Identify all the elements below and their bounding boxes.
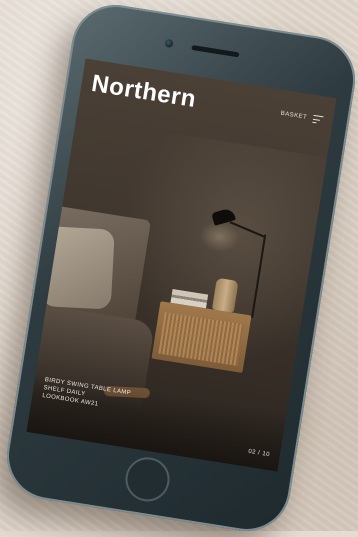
phone-screen: Northern BASKET BIRDY SWING TABLE LAMP S… — [26, 58, 337, 472]
menu-line — [312, 118, 320, 121]
header-actions: BASKET — [280, 110, 324, 125]
nightstand-slats — [158, 312, 244, 367]
menu-line — [313, 114, 324, 118]
menu-line — [312, 121, 317, 124]
home-button[interactable] — [122, 454, 173, 505]
front-camera-icon — [164, 38, 174, 48]
basket-link[interactable]: BASKET — [280, 111, 307, 121]
pillow-image — [40, 226, 115, 310]
menu-icon[interactable] — [312, 114, 324, 124]
app-header: Northern BASKET — [78, 58, 336, 145]
speaker-grille — [191, 44, 240, 58]
brand-logo[interactable]: Northern — [90, 70, 198, 114]
